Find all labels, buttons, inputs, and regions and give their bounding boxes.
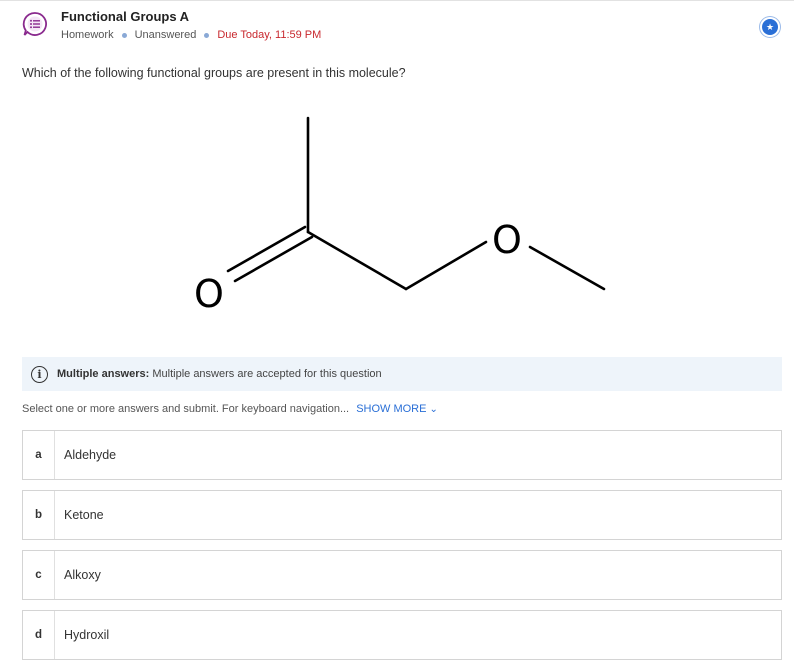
answer-text: Hydroxil xyxy=(64,628,110,642)
assignment-meta: Homework Unanswered Due Today, 11:59 PM xyxy=(61,29,321,41)
answer-letter: c xyxy=(23,551,55,599)
star-icon[interactable]: ★ xyxy=(762,19,778,35)
due-date: Due Today, 11:59 PM xyxy=(217,29,322,41)
instructions: Select one or more answers and submit. F… xyxy=(22,403,438,415)
separator-dot xyxy=(121,32,127,38)
separator-dot xyxy=(204,32,210,38)
answer-letter: d xyxy=(23,611,55,659)
molecule-structure: O O xyxy=(0,100,794,340)
answer-text: Alkoxy xyxy=(64,568,101,582)
info-text: Multiple answers: Multiple answers are a… xyxy=(57,368,382,380)
question-list-icon xyxy=(22,11,48,37)
answer-status: Unanswered xyxy=(134,29,197,41)
answer-letter: b xyxy=(23,491,55,539)
answer-option-c[interactable]: c Alkoxy xyxy=(22,550,782,600)
instructions-text: Select one or more answers and submit. F… xyxy=(22,403,350,415)
answer-option-a[interactable]: a Aldehyde xyxy=(22,430,782,480)
info-description: Multiple answers are accepted for this q… xyxy=(152,368,382,380)
multiple-answers-info: i Multiple answers: Multiple answers are… xyxy=(22,357,782,391)
show-more-link[interactable]: SHOW MORE ⌄ xyxy=(356,403,438,415)
chevron-down-icon: ⌄ xyxy=(429,404,438,415)
info-label: Multiple answers: xyxy=(57,368,150,380)
answer-text: Aldehyde xyxy=(64,448,117,462)
question-prompt: Which of the following functional groups… xyxy=(22,66,406,80)
answer-option-b[interactable]: b Ketone xyxy=(22,490,782,540)
show-more-label: SHOW MORE xyxy=(356,403,427,415)
carbonyl-oxygen-label: O xyxy=(194,272,224,316)
answer-letter: a xyxy=(23,431,55,479)
assignment-title: Functional Groups A xyxy=(61,9,190,24)
ether-oxygen-label: O xyxy=(492,218,522,262)
question-header: Functional Groups A Homework Unanswered … xyxy=(0,0,794,50)
answer-text: Ketone xyxy=(64,508,104,522)
info-icon: i xyxy=(31,365,48,383)
answer-option-d[interactable]: d Hydroxil xyxy=(22,610,782,660)
assignment-type: Homework xyxy=(61,29,114,41)
